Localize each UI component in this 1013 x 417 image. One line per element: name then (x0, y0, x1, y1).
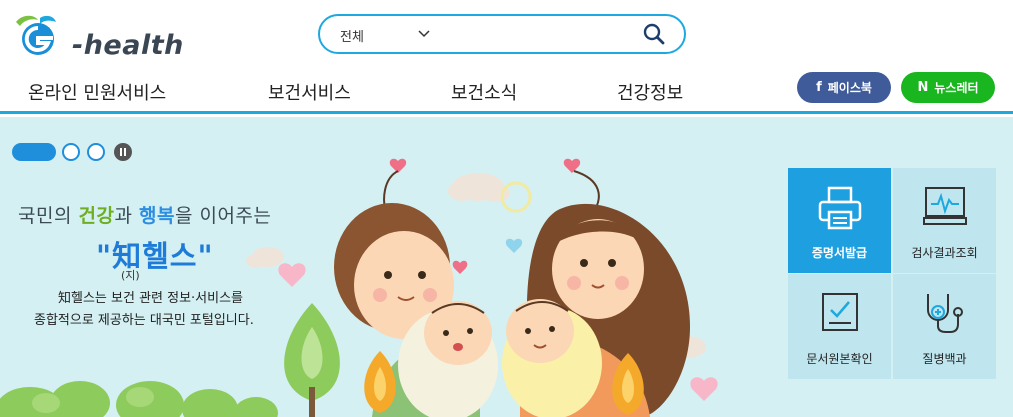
facebook-label: 페이스북 (827, 81, 872, 95)
banner-description-line2: 종합적으로 제공하는 대국민 포털입니다. (34, 313, 254, 328)
facebook-button[interactable]: f 페이스북 (797, 72, 891, 103)
chevron-down-icon[interactable] (416, 25, 432, 41)
newsletter-icon: N (917, 80, 929, 95)
quick-menu-certificate[interactable]: 증명서발급 (788, 168, 891, 273)
search-scope-select[interactable]: 전체 (340, 26, 364, 45)
slide-indicator-active[interactable] (12, 143, 56, 161)
search-input[interactable] (450, 22, 630, 46)
logo-text: -health (72, 30, 184, 61)
site-logo[interactable]: -health (10, 12, 190, 61)
document-check-icon (822, 293, 858, 331)
tagline-happy: 행복 (138, 205, 175, 227)
banner-brand-name: "知헬스" (96, 239, 214, 273)
quick-menu-label: 문서원본확인 (806, 352, 873, 366)
newsletter-button[interactable]: N 뉴스레터 (901, 72, 995, 103)
search-bar: 전체 (318, 14, 686, 54)
nav-item-online-civil-service[interactable]: 온라인 민원서비스 (28, 79, 166, 105)
tagline-mid: 과 (114, 205, 139, 227)
slide-indicator[interactable] (62, 143, 80, 161)
tagline-pre: 국민의 (18, 205, 79, 227)
stethoscope-icon (927, 294, 963, 333)
search-icon[interactable] (642, 22, 666, 46)
monitor-icon (923, 187, 967, 225)
nav-item-health-info[interactable]: 건강정보 (617, 79, 683, 105)
quick-menu-test-results[interactable]: 검사결과조회 (893, 168, 996, 273)
quick-menu-document-verify[interactable]: 문서원본확인 (788, 274, 891, 379)
logo-g-icon (16, 15, 56, 55)
quick-menu-label: 검사결과조회 (911, 246, 978, 260)
banner-brand-reading: (지) (121, 269, 140, 282)
printer-icon (818, 186, 862, 230)
banner-tagline: 국민의 건강과 행복을 이어주는 (18, 201, 271, 228)
pause-icon[interactable] (114, 143, 132, 161)
banner-description-line1: 知헬스는 보건 관련 정보·서비스를 (58, 291, 244, 306)
slide-indicator[interactable] (87, 143, 105, 161)
nav-item-health-services[interactable]: 보건서비스 (268, 79, 351, 105)
facebook-icon: f (816, 80, 822, 95)
hero-banner: 국민의 건강과 행복을 이어주는 "知헬스" (지) 知헬스는 보건 관련 정보… (0, 117, 1013, 417)
newsletter-label: 뉴스레터 (934, 81, 979, 95)
quick-menu-label: 질병백과 (922, 352, 967, 366)
tagline-health: 건강 (78, 205, 115, 227)
quick-menu-label: 증명서발급 (811, 246, 868, 260)
quick-menu-disease-encyclopedia[interactable]: 질병백과 (893, 274, 996, 379)
nav-item-health-news[interactable]: 보건소식 (451, 79, 517, 105)
tagline-post: 을 이어주는 (174, 205, 272, 227)
